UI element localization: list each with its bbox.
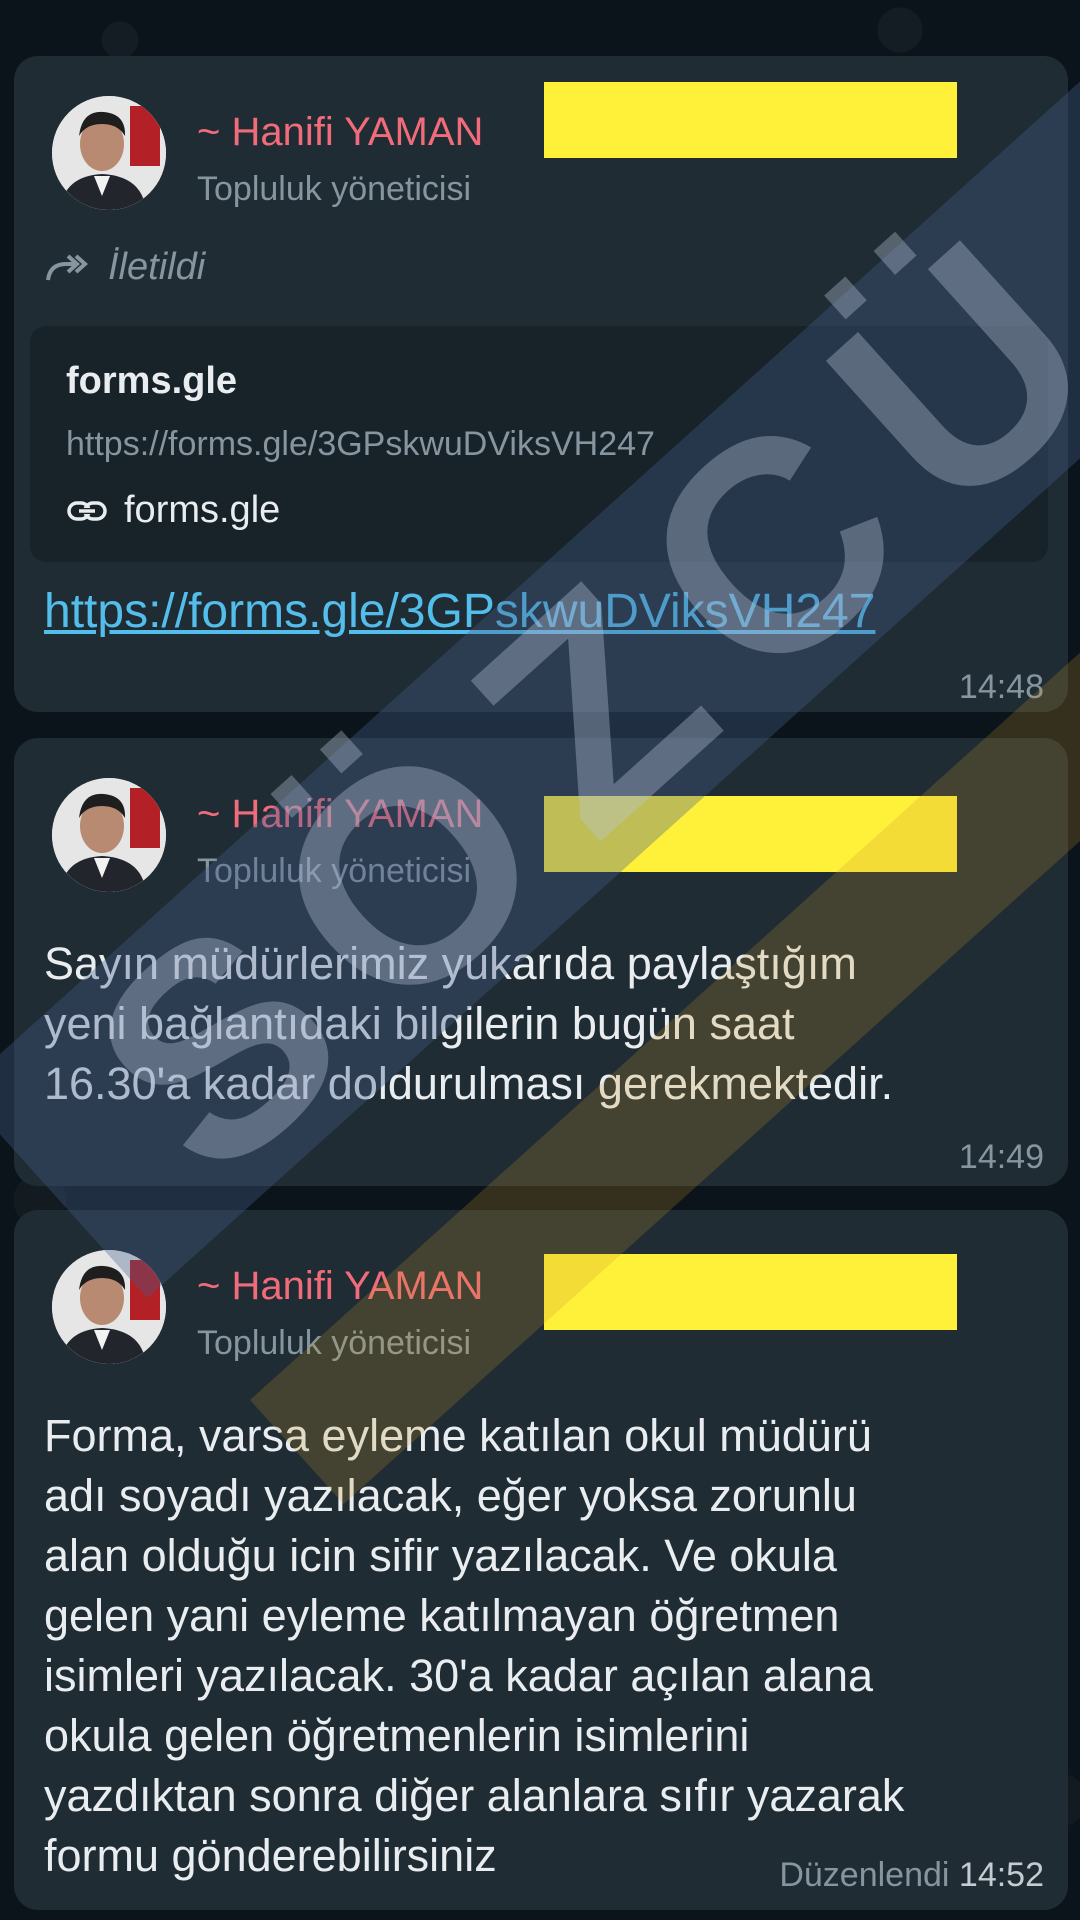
link-icon <box>67 500 107 521</box>
person-avatar-icon <box>52 96 166 210</box>
link-preview-url: https://forms.gle/3GPskwuDViksVH247 <box>66 425 655 463</box>
sender-role: Topluluk yöneticisi <box>197 170 472 208</box>
message-time: 14:49 <box>958 1138 1044 1176</box>
forwarded-label: İletildi <box>108 246 206 288</box>
message-bubble-text[interactable]: ~ Hanifi YAMAN Topluluk yöneticisi Forma… <box>14 1210 1068 1910</box>
sender-avatar[interactable] <box>52 96 166 210</box>
person-avatar-icon <box>52 1250 166 1364</box>
sender-role: Topluluk yöneticisi <box>197 852 472 890</box>
redacted-phone-number <box>544 1254 957 1330</box>
sender-name[interactable]: ~ Hanifi YAMAN <box>197 110 483 155</box>
sender-avatar[interactable] <box>52 1250 166 1364</box>
edited-label: Düzenlendi <box>779 1856 950 1894</box>
message-bubble-forwarded-link[interactable]: ~ Hanifi YAMAN Topluluk yöneticisi İleti… <box>14 56 1068 712</box>
sender-avatar[interactable] <box>52 778 166 892</box>
forwarded-indicator: İletildi <box>44 246 205 289</box>
message-time: 14:48 <box>958 668 1044 706</box>
person-avatar-icon <box>52 778 166 892</box>
redacted-phone-number <box>544 796 957 872</box>
message-time: 14:52 <box>958 1856 1044 1894</box>
link-preview-title: forms.gle <box>66 360 238 402</box>
message-meta: Düzenlendi 14:52 <box>779 1856 1044 1895</box>
sender-role: Topluluk yöneticisi <box>197 1324 472 1362</box>
message-text: Sayın müdürlerimiz yukarıda paylaştığım … <box>44 938 894 1109</box>
sender-name[interactable]: ~ Hanifi YAMAN <box>197 792 483 837</box>
forwarded-arrow-icon <box>46 254 89 280</box>
redacted-phone-number <box>544 82 957 158</box>
message-text: Forma, varsa eyleme katılan okul müdürü … <box>44 1410 905 1881</box>
link-preview-domain-row: forms.gle <box>66 489 280 532</box>
sender-name[interactable]: ~ Hanifi YAMAN <box>197 1264 483 1309</box>
link-preview-card[interactable]: forms.gle https://forms.gle/3GPskwuDViks… <box>30 326 1048 562</box>
link-preview-domain: forms.gle <box>124 489 281 531</box>
message-link[interactable]: https://forms.gle/3GPskwuDViksVH247 <box>44 584 875 639</box>
message-bubble-text[interactable]: ~ Hanifi YAMAN Topluluk yöneticisi Sayın… <box>14 738 1068 1186</box>
